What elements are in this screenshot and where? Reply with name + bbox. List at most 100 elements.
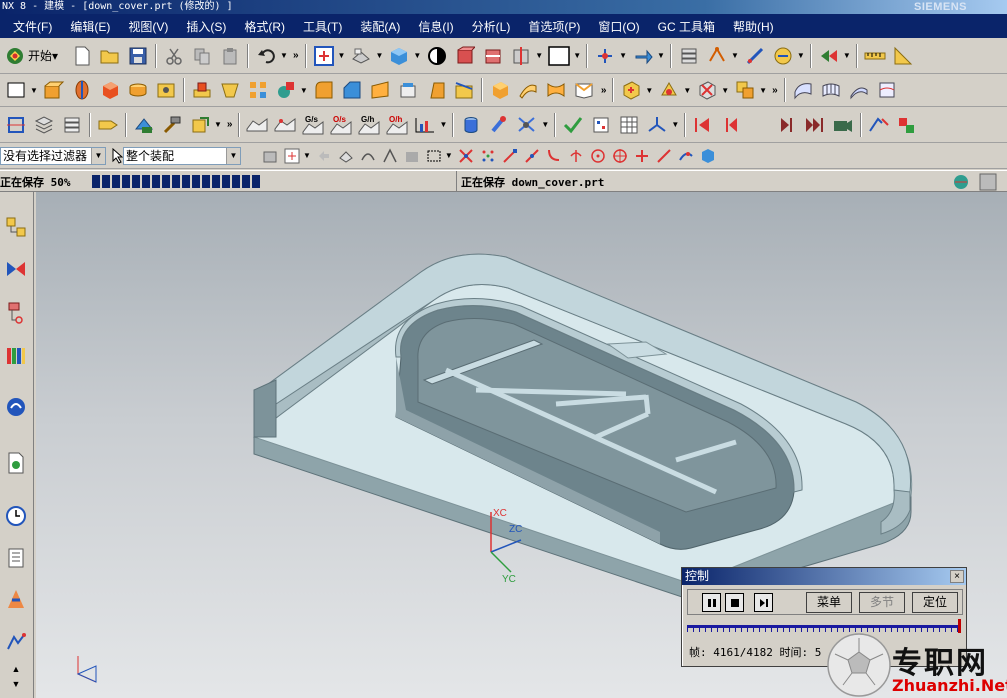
new-button[interactable] bbox=[70, 44, 94, 68]
select-dropdown-icon[interactable]: ▼ bbox=[303, 151, 311, 160]
selection-scope-select[interactable]: 整个装配 ▼ bbox=[123, 146, 241, 165]
snap-dropdown-icon[interactable]: ▼ bbox=[657, 51, 665, 60]
add-component-dropdown-icon[interactable]: ▼ bbox=[645, 86, 653, 95]
copy-button[interactable] bbox=[190, 44, 214, 68]
snap-all-icon[interactable] bbox=[458, 148, 474, 164]
pattern-button[interactable] bbox=[246, 78, 270, 102]
box-button[interactable] bbox=[488, 78, 512, 102]
menu-assembly[interactable]: 装配(A) bbox=[351, 18, 409, 35]
sketch-dropdown-icon[interactable]: ▼ bbox=[731, 51, 739, 60]
shaded-button[interactable] bbox=[387, 44, 411, 68]
layers-button[interactable] bbox=[32, 113, 56, 137]
fit-dropdown-icon[interactable]: ▼ bbox=[338, 51, 346, 60]
revolve-button[interactable] bbox=[70, 78, 94, 102]
triangle-ruler-button[interactable] bbox=[891, 44, 915, 68]
menu-help[interactable]: 帮助(H) bbox=[724, 18, 783, 35]
record-button[interactable] bbox=[831, 113, 855, 137]
resource-scroll-down[interactable]: ▼ bbox=[3, 677, 29, 691]
shaded-dropdown-icon[interactable]: ▼ bbox=[413, 51, 421, 60]
ruled-button[interactable] bbox=[544, 78, 568, 102]
section-dropdown-icon[interactable]: ▼ bbox=[535, 51, 543, 60]
play-reverse-button[interactable] bbox=[747, 113, 771, 137]
replace-dropdown-icon[interactable]: ▼ bbox=[214, 120, 222, 129]
gs-button[interactable]: G/s bbox=[301, 113, 325, 137]
snap-point-icon[interactable] bbox=[634, 148, 650, 164]
move-object-button[interactable] bbox=[132, 113, 156, 137]
snap-control-icon[interactable] bbox=[546, 148, 562, 164]
reposition-button[interactable] bbox=[695, 78, 719, 102]
unite-button[interactable] bbox=[274, 78, 298, 102]
pause-button[interactable] bbox=[702, 593, 721, 612]
hole-button[interactable] bbox=[154, 78, 178, 102]
layers-copy-button[interactable] bbox=[60, 113, 84, 137]
clip-button[interactable] bbox=[481, 44, 505, 68]
step-forward-button[interactable] bbox=[754, 593, 773, 612]
grid-icon[interactable] bbox=[979, 173, 997, 191]
array-dropdown-icon[interactable]: ▼ bbox=[759, 86, 767, 95]
start-button[interactable]: 开始▾ bbox=[2, 44, 62, 68]
assembly-icon[interactable] bbox=[262, 148, 278, 164]
orient-button[interactable] bbox=[425, 44, 449, 68]
general-select-icon[interactable] bbox=[284, 148, 300, 164]
cut-button[interactable] bbox=[162, 44, 186, 68]
sketch-rect-button[interactable] bbox=[4, 78, 28, 102]
deviation-button[interactable] bbox=[413, 113, 437, 137]
surface-4-button[interactable] bbox=[875, 78, 899, 102]
section-button[interactable] bbox=[453, 44, 477, 68]
dialog-title-bar[interactable]: 控制 × bbox=[682, 568, 966, 585]
snap-grid-icon[interactable] bbox=[480, 148, 496, 164]
render-dropdown-icon[interactable]: ▼ bbox=[375, 51, 383, 60]
toolbar-overflow-icon[interactable]: » bbox=[601, 85, 607, 96]
component-array-button[interactable] bbox=[733, 78, 757, 102]
analysis-dropdown-icon[interactable]: ▼ bbox=[797, 51, 805, 60]
ruler-button[interactable] bbox=[863, 44, 887, 68]
add-component-button[interactable] bbox=[619, 78, 643, 102]
resource-clock[interactable] bbox=[3, 503, 29, 529]
body-select-icon[interactable] bbox=[404, 148, 420, 164]
menu-window[interactable]: 窗口(O) bbox=[589, 18, 648, 35]
through-curves-button[interactable] bbox=[572, 78, 596, 102]
next-frame-button[interactable] bbox=[775, 113, 799, 137]
save-button[interactable] bbox=[126, 44, 150, 68]
last-frame-button[interactable] bbox=[803, 113, 827, 137]
resource-roles[interactable] bbox=[3, 545, 29, 571]
fit-view-button[interactable] bbox=[312, 44, 336, 68]
extrude-button[interactable] bbox=[42, 78, 66, 102]
section-plane-button[interactable] bbox=[509, 44, 533, 68]
sketch-button[interactable] bbox=[705, 44, 729, 68]
analysis-button[interactable] bbox=[771, 44, 795, 68]
cylinder-button[interactable] bbox=[126, 78, 150, 102]
surface-analysis-1-button[interactable] bbox=[245, 113, 269, 137]
snap-mid-icon[interactable] bbox=[524, 148, 540, 164]
resource-web-browser[interactable] bbox=[3, 394, 29, 420]
block-button[interactable] bbox=[98, 78, 122, 102]
resource-palette[interactable] bbox=[3, 587, 29, 613]
stop-button[interactable] bbox=[725, 593, 744, 612]
axes-dropdown-icon[interactable]: ▼ bbox=[671, 120, 679, 129]
chamfer-button[interactable] bbox=[340, 78, 364, 102]
step-button[interactable]: 多节 bbox=[859, 592, 905, 613]
probe-button[interactable] bbox=[487, 113, 511, 137]
resource-history[interactable] bbox=[3, 450, 29, 476]
trim-body-button[interactable] bbox=[452, 78, 476, 102]
resource-reuse-library[interactable] bbox=[3, 342, 29, 368]
menu-information[interactable]: 信息(I) bbox=[409, 18, 462, 35]
resource-scroll-up[interactable]: ▲ bbox=[3, 662, 29, 676]
layer-button[interactable] bbox=[677, 44, 701, 68]
orient-axes-button[interactable] bbox=[645, 113, 669, 137]
curve-select-icon[interactable] bbox=[360, 148, 376, 164]
menu-view[interactable]: 视图(V) bbox=[119, 18, 177, 35]
bom-button[interactable] bbox=[589, 113, 613, 137]
menu-edit[interactable]: 编辑(E) bbox=[61, 18, 119, 35]
reposition-dropdown-icon[interactable]: ▼ bbox=[721, 86, 729, 95]
snap-quadrant-icon[interactable] bbox=[612, 148, 628, 164]
motion-dropdown-icon[interactable]: ▼ bbox=[843, 51, 851, 60]
close-button[interactable]: × bbox=[950, 570, 964, 583]
toolbar-overflow-icon[interactable]: » bbox=[227, 119, 233, 130]
menu-tools[interactable]: 工具(T) bbox=[294, 18, 351, 35]
unite-dropdown-icon[interactable]: ▼ bbox=[300, 86, 308, 95]
background-dropdown-icon[interactable]: ▼ bbox=[573, 51, 581, 60]
table-button[interactable] bbox=[617, 113, 641, 137]
chevron-down-icon[interactable]: ▼ bbox=[226, 147, 240, 164]
check-button[interactable] bbox=[561, 113, 585, 137]
